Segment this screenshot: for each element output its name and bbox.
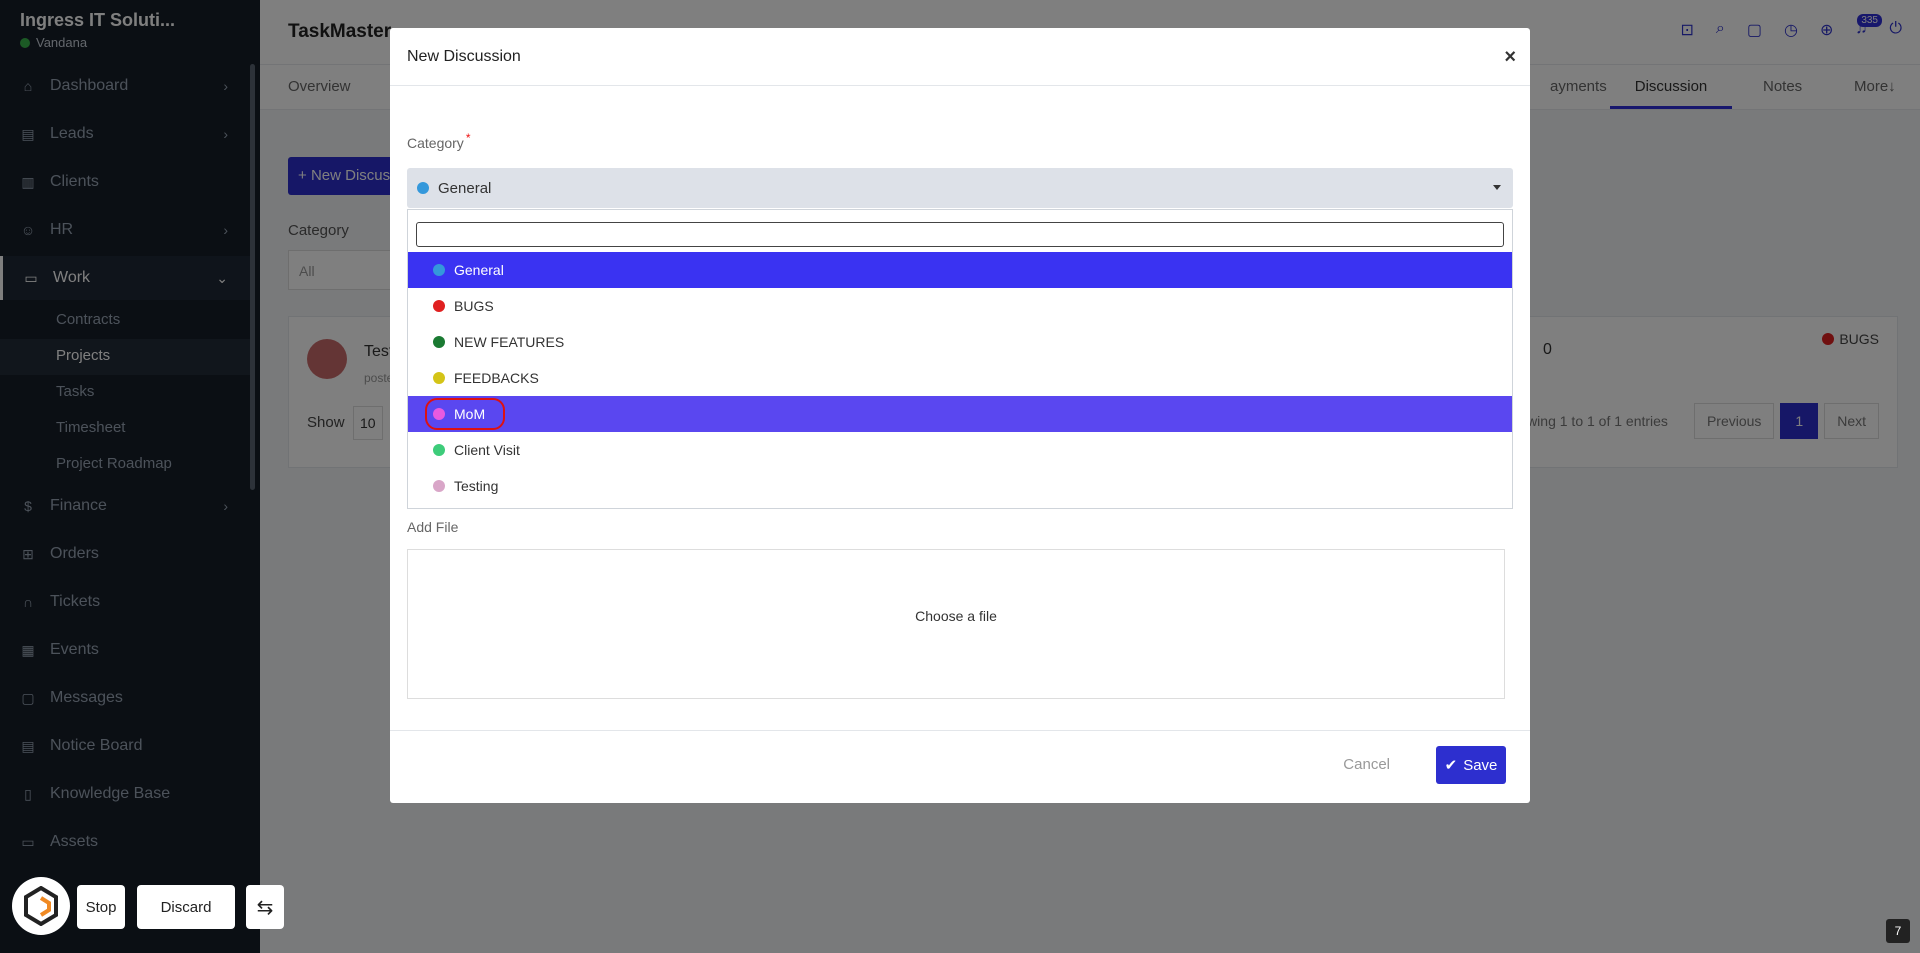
modal-title: New Discussion [407,48,521,65]
option-bugs[interactable]: BUGS [408,288,1512,324]
caret-down-icon [1493,185,1501,190]
dropdown-search-input[interactable] [416,222,1504,247]
option-label: NEW FEATURES [454,334,565,350]
swap-position-icon[interactable]: ⇆ [246,885,284,929]
check-icon: ✔ [1444,757,1458,774]
selected-category-label: General [438,179,492,197]
general-color-dot [417,182,429,194]
required-asterisk: * [465,131,471,145]
recorder-logo[interactable] [12,877,70,935]
save-button[interactable]: ✔ Save [1436,746,1506,784]
corner-badge: 7 [1886,919,1910,943]
cancel-button[interactable]: Cancel [1343,756,1390,773]
close-icon[interactable]: × [1504,46,1516,69]
add-file-label: Add File [407,519,459,535]
file-dropzone[interactable]: Choose a file [407,549,1505,699]
option-color-dot [433,372,445,384]
option-color-dot [433,480,445,492]
option-label: Testing [454,478,499,494]
choose-file-text[interactable]: Choose a file [408,608,1504,624]
save-label: Save [1463,756,1498,774]
option-label: General [454,262,504,278]
category-field-label: Category * [407,131,470,151]
option-mom[interactable]: MoM [408,396,1512,432]
option-label: Client Visit [454,442,520,458]
category-dropdown: General BUGS NEW FEATURES FEEDBACKS MoM … [407,209,1513,509]
option-color-dot [433,300,445,312]
option-testing[interactable]: Testing [408,468,1512,504]
option-new-features[interactable]: NEW FEATURES [408,324,1512,360]
option-label: FEEDBACKS [454,370,539,386]
recorder-logo-icon [24,886,58,926]
new-discussion-modal: New Discussion × Category * General Gener… [390,28,1530,803]
category-select[interactable]: General [407,168,1513,208]
modal-header: New Discussion × [390,28,1530,86]
option-color-dot [433,444,445,456]
discard-button[interactable]: Discard [137,885,235,929]
stop-button[interactable]: Stop [77,885,125,929]
option-color-dot [433,264,445,276]
category-label-text: Category [407,135,464,151]
option-color-dot [433,336,445,348]
option-client-visit[interactable]: Client Visit [408,432,1512,468]
highlight-ring [425,398,505,430]
option-label: BUGS [454,298,494,314]
modal-footer: Cancel ✔ Save [390,730,1530,804]
option-feedbacks[interactable]: FEEDBACKS [408,360,1512,396]
option-general[interactable]: General [408,252,1512,288]
